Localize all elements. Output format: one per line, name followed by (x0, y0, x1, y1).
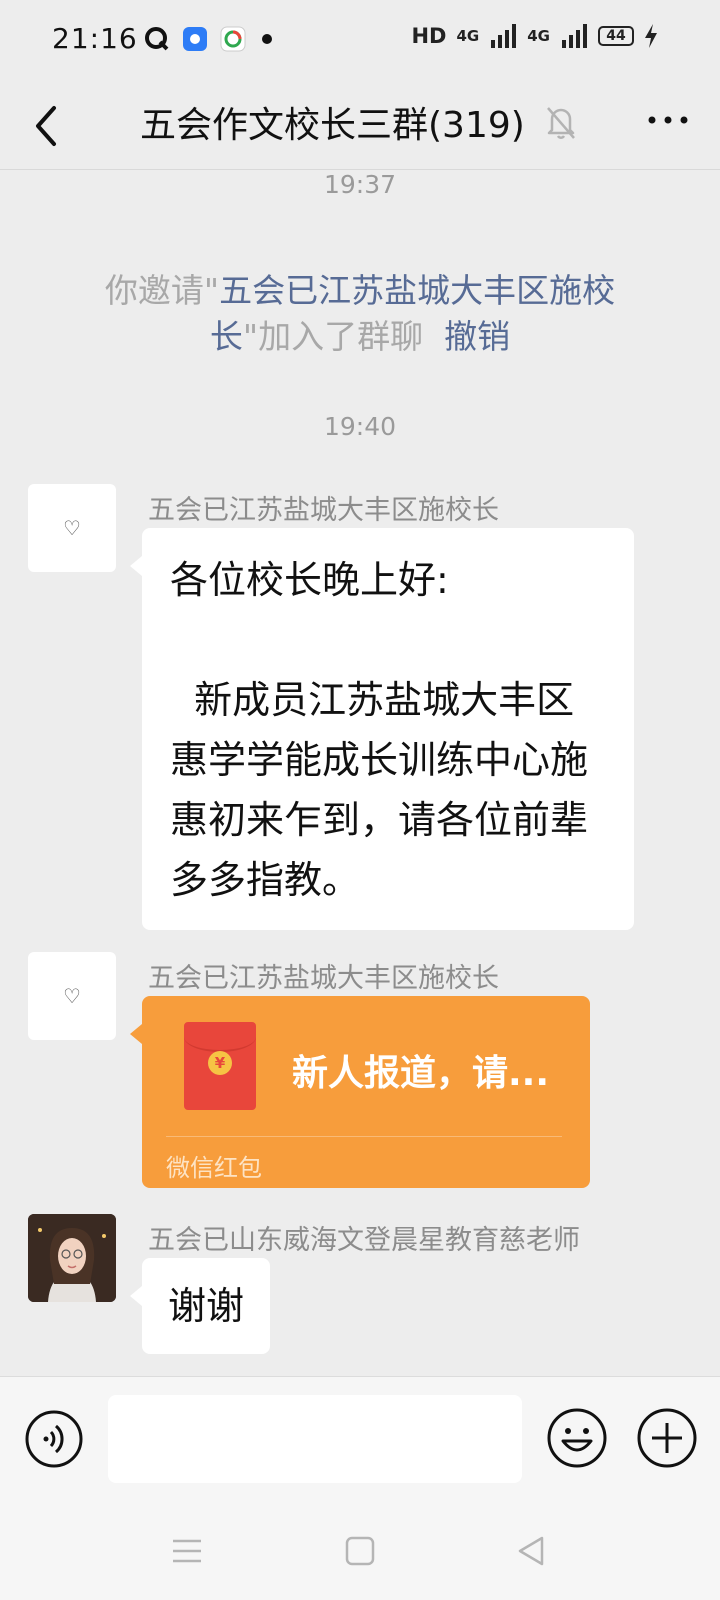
system-message: 你邀请"五会已江苏盐城大丰区施校长"加入了群聊 撤销 (80, 268, 640, 360)
message-input[interactable] (108, 1395, 522, 1483)
charging-icon (645, 24, 657, 48)
battery-icon: 44 (598, 26, 634, 46)
message-text: 谢谢 (168, 1284, 245, 1328)
system-text: 你邀请" (104, 271, 220, 310)
message-list[interactable]: 19:37 你邀请"五会已江苏盐城大丰区施校长"加入了群聊 撤销 19:40 ♡… (0, 170, 720, 1376)
red-envelope-icon: ¥ (184, 1022, 256, 1110)
sender-name: 五会已山东威海文登晨星教育慈老师 (148, 1225, 580, 1256)
signal-icon (491, 24, 517, 48)
status-indicators: HD 4G 4G 44 (411, 24, 658, 48)
avatar[interactable]: ♡ (28, 952, 116, 1040)
status-time: 21:16 (52, 22, 138, 55)
avatar[interactable]: ♡ (28, 484, 116, 572)
user-photo (28, 1214, 116, 1302)
red-packet-bubble[interactable]: ¥ 新人报道，请... 微信红包 (130, 996, 590, 1188)
system-navigation-bar (0, 1500, 720, 1600)
more-options-button[interactable] (642, 100, 694, 140)
app-notification-icon (183, 27, 207, 51)
app-notification-icon (145, 27, 169, 51)
red-packet-title: 新人报道，请... (292, 1053, 550, 1094)
avatar[interactable] (28, 1214, 116, 1302)
mute-bell-icon (547, 107, 575, 139)
timestamp: 19:40 (323, 412, 397, 441)
system-text: "加入了群聊 (242, 317, 424, 356)
status-bar: 21:16 HD 4G 4G 44 (0, 0, 720, 82)
emoji-button[interactable] (546, 1407, 608, 1469)
back-button[interactable] (24, 94, 68, 158)
divider (166, 1136, 562, 1137)
message-bubble[interactable]: 谢谢 (129, 1258, 271, 1354)
back-nav-button[interactable] (514, 1534, 548, 1568)
yuan-icon: ¥ (208, 1051, 232, 1075)
network-label: 4G (456, 27, 480, 45)
more-functions-button[interactable] (636, 1407, 698, 1469)
hd-label: HD (411, 24, 447, 48)
message-text: 各位校长晚上好: 新成员江苏盐城大丰区惠学学能成长训练中心施惠初来乍到，请各位前… (170, 558, 589, 902)
chat-header: 五会作文校长三群(319) (0, 82, 720, 170)
more-notifications-dot (262, 34, 272, 44)
red-packet-label: 微信红包 (166, 1154, 262, 1182)
sender-name: 五会已江苏盐城大丰区施校长 (148, 963, 499, 994)
message-bubble[interactable]: 各位校长晚上好: 新成员江苏盐城大丰区惠学学能成长训练中心施惠初来乍到，请各位前… (130, 528, 634, 930)
voice-input-button[interactable] (24, 1409, 84, 1469)
group-title: 五会作文校长三群(319) (140, 105, 525, 146)
timestamp: 19:37 (323, 170, 397, 199)
input-bar (0, 1376, 720, 1500)
app-notification-icon (220, 26, 246, 52)
signal-icon (562, 24, 587, 48)
revoke-link[interactable]: 撤销 (444, 317, 510, 356)
sender-name: 五会已江苏盐城大丰区施校长 (148, 495, 499, 526)
network-label: 4G (527, 27, 550, 45)
home-nav-button[interactable] (343, 1534, 377, 1568)
menu-nav-button[interactable] (170, 1534, 204, 1568)
